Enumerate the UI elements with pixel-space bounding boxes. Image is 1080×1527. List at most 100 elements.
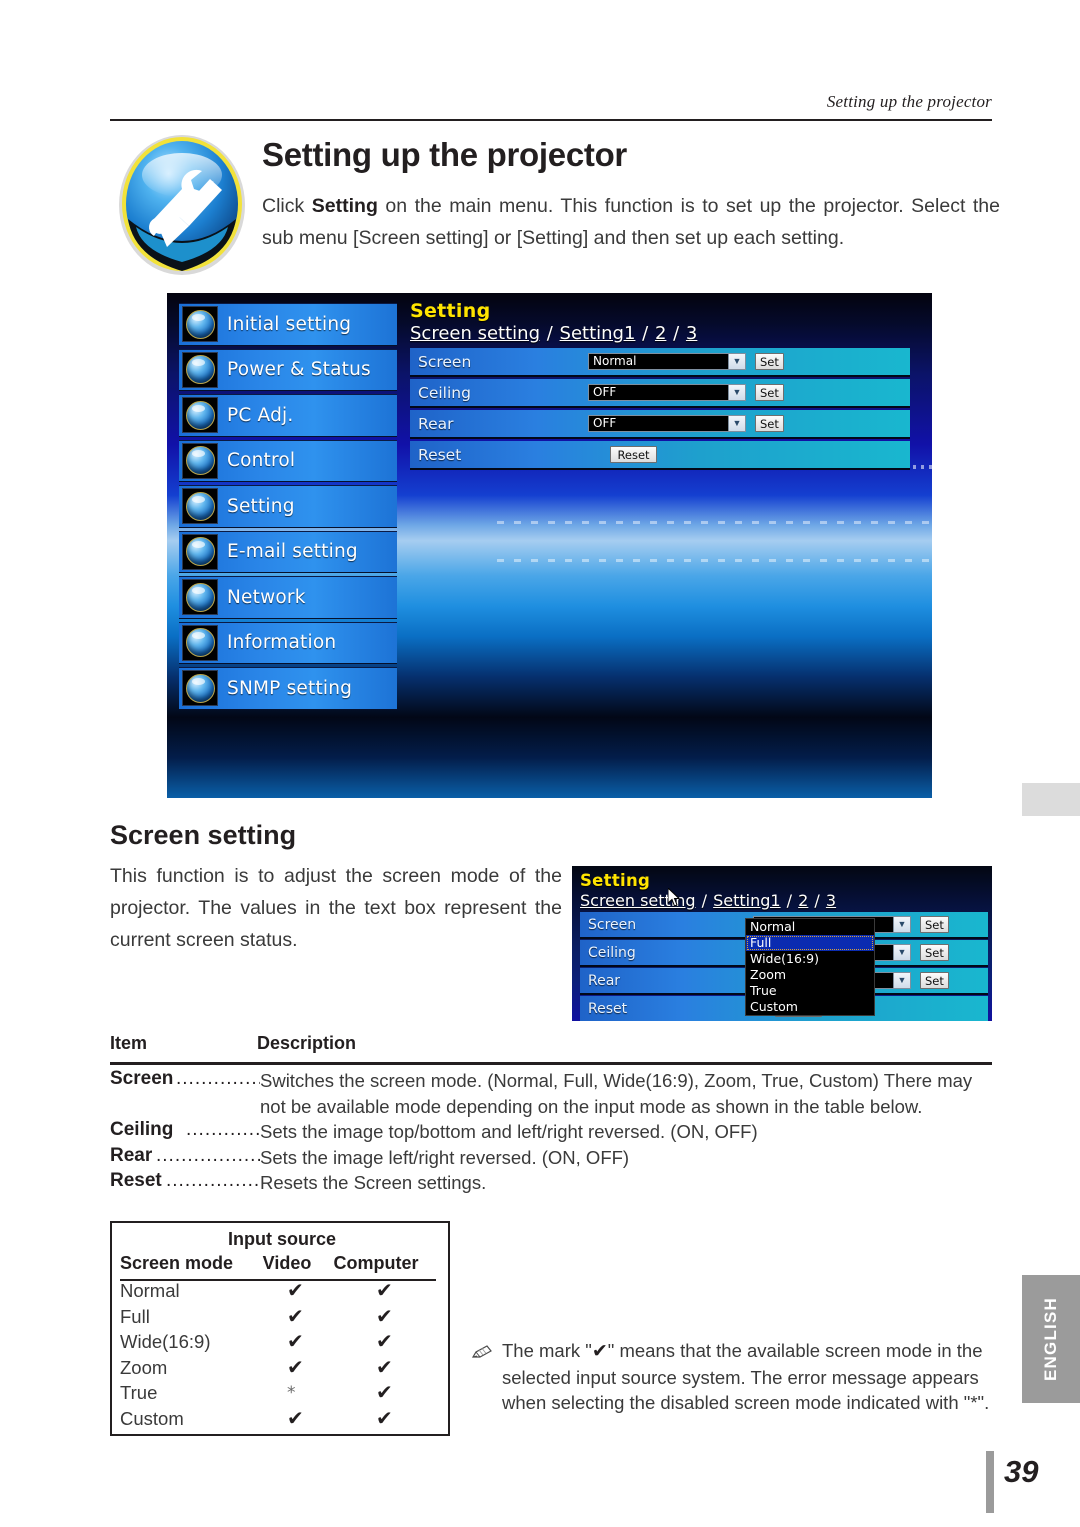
sidebar-item-initial-setting[interactable]: Initial setting bbox=[179, 303, 397, 346]
breadcrumb-active[interactable]: Screen setting bbox=[410, 323, 540, 344]
note-part1: The mark " bbox=[502, 1340, 592, 1361]
dropdown-option-wide-16-9[interactable]: Wide(16:9) bbox=[746, 951, 874, 967]
power-status-icon bbox=[182, 351, 218, 388]
settings-panel: Setting Screen setting / Setting1 / 2 / … bbox=[410, 301, 910, 470]
setting-row-reset: Reset Reset bbox=[410, 441, 910, 470]
mouse-cursor-icon bbox=[668, 888, 681, 907]
description-text: Sets the image left/right reversed. (ON,… bbox=[260, 1146, 630, 1168]
orb-glyph bbox=[185, 537, 215, 567]
page-title: Setting up the projector bbox=[262, 136, 627, 173]
col-header-screen-mode: Screen mode bbox=[120, 1253, 234, 1273]
breadcrumb-link-3[interactable]: 3 bbox=[686, 323, 697, 344]
set-button[interactable]: Set bbox=[920, 944, 949, 961]
network-icon bbox=[182, 579, 218, 616]
leader-dots: ....................... bbox=[166, 1170, 260, 1191]
breadcrumb-separator: / bbox=[696, 891, 713, 910]
input-source-rows: Normal ✔ ✔ Full ✔ ✔ Wide(16:9) ✔ ✔ Zoom ✔ ✔ True * ✔ Cu… bbox=[112, 1278, 448, 1431]
setting-row-label: Rear bbox=[588, 972, 621, 989]
breadcrumb-link-3[interactable]: 3 bbox=[826, 891, 836, 910]
source-table-row: Custom ✔ ✔ bbox=[120, 1405, 393, 1430]
background-band bbox=[497, 559, 932, 562]
sidebar-item-snmp-setting[interactable]: SNMP setting bbox=[179, 667, 397, 710]
source-table-row: Wide(16:9) ✔ ✔ bbox=[120, 1329, 393, 1353]
set-button[interactable]: Set bbox=[755, 353, 784, 370]
chevron-down-icon[interactable]: ▼ bbox=[894, 916, 911, 933]
chevron-down-icon[interactable]: ▼ bbox=[729, 415, 746, 432]
language-tab: ENGLISH bbox=[1022, 1275, 1080, 1403]
breadcrumb-separator: / bbox=[809, 891, 825, 910]
description-table-rule bbox=[110, 1062, 992, 1065]
chevron-down-icon[interactable]: ▼ bbox=[894, 944, 911, 961]
breadcrumb-link-setting1[interactable]: Setting1 bbox=[713, 891, 780, 910]
screen-mode-name: Custom bbox=[120, 1407, 184, 1429]
settings-rows: Screen Normal ▼ Set Ceiling OFF ▼ Set Rear OFF ▼ Se… bbox=[410, 348, 910, 470]
screen-mode-dropdown-list[interactable]: Normal Full Wide(16:9) Zoom True Custom bbox=[745, 918, 875, 1016]
initial-setting-icon bbox=[182, 306, 218, 343]
background-band bbox=[497, 521, 932, 524]
orb-glyph bbox=[185, 309, 215, 339]
intro-before: Click bbox=[262, 195, 312, 217]
reset-button[interactable]: Reset bbox=[610, 446, 657, 463]
screen-mode-name: Normal bbox=[120, 1280, 180, 1301]
setting-row-label: Screen bbox=[418, 352, 472, 371]
email-setting-icon bbox=[182, 533, 218, 570]
dropdown-option-full[interactable]: Full bbox=[746, 935, 874, 951]
note-block: The mark "✔" means that the available sc… bbox=[472, 1338, 992, 1416]
sidebar-item-label: Control bbox=[227, 450, 296, 472]
sidebar-item-control[interactable]: Control bbox=[179, 439, 397, 482]
dropdown-option-zoom[interactable]: Zoom bbox=[746, 967, 874, 983]
breadcrumb[interactable]: Screen setting / Setting1 / 2 / 3 bbox=[580, 890, 988, 911]
dropdown-option-normal[interactable]: Normal bbox=[746, 919, 874, 935]
breadcrumb-separator: / bbox=[541, 323, 559, 344]
orb-glyph bbox=[185, 582, 215, 612]
chevron-down-icon[interactable]: ▼ bbox=[729, 353, 746, 370]
set-button[interactable]: Set bbox=[920, 972, 949, 989]
screen-mode-name: True bbox=[120, 1382, 158, 1403]
source-table-row: True * ✔ bbox=[120, 1380, 393, 1404]
intro-paragraph: Click Setting on the main menu. This fun… bbox=[262, 190, 1000, 254]
breadcrumb[interactable]: Screen setting / Setting1 / 2 / 3 bbox=[410, 322, 910, 346]
sidebar-item-setting[interactable]: Setting bbox=[179, 485, 397, 528]
description-text: Resets the Screen settings. bbox=[260, 1172, 487, 1193]
description-row: Ceiling...................Sets the image… bbox=[110, 1119, 994, 1145]
description-term: Rear bbox=[110, 1144, 153, 1166]
orb-glyph bbox=[185, 355, 215, 385]
sidebar-item-e-mail-setting[interactable]: E-mail setting bbox=[179, 530, 397, 573]
ceiling-select[interactable]: OFF ▼ bbox=[588, 384, 746, 401]
setting-icon bbox=[182, 488, 218, 525]
select-value: OFF bbox=[588, 384, 729, 401]
description-row: Rear........................Sets the ima… bbox=[110, 1145, 994, 1171]
sidebar-item-information[interactable]: Information bbox=[179, 621, 397, 664]
description-text: Sets the image top/bottom and left/right… bbox=[260, 1121, 758, 1142]
section-heading: Screen setting bbox=[110, 820, 297, 850]
sidebar-item-pc-adj[interactable]: PC Adj. bbox=[179, 394, 397, 437]
pencil-icon bbox=[472, 1345, 492, 1358]
chevron-down-icon[interactable]: ▼ bbox=[729, 384, 746, 401]
breadcrumb-link-2[interactable]: 2 bbox=[798, 891, 808, 910]
screen-mode-name: Zoom bbox=[120, 1356, 168, 1378]
projector-web-ui-screenshot-2: Setting Screen setting / Setting1 / 2 / … bbox=[572, 866, 992, 1021]
breadcrumb-link-2[interactable]: 2 bbox=[655, 323, 666, 344]
breadcrumb-separator: / bbox=[667, 323, 685, 344]
dropdown-option-true[interactable]: True bbox=[746, 983, 874, 999]
dropdown-option-custom[interactable]: Custom bbox=[746, 999, 874, 1015]
col-header-computer: Computer bbox=[333, 1253, 419, 1273]
set-button[interactable]: Set bbox=[755, 415, 784, 432]
chevron-down-icon[interactable]: ▼ bbox=[894, 972, 911, 989]
rear-select[interactable]: OFF ▼ bbox=[588, 415, 746, 432]
col-header-description: Description bbox=[257, 1033, 357, 1053]
sidebar-item-network[interactable]: Network bbox=[179, 576, 397, 619]
leader-dots: .................... bbox=[176, 1068, 260, 1089]
sidebar-item-label: Power & Status bbox=[227, 359, 371, 381]
description-term: Reset bbox=[110, 1170, 162, 1191]
source-table-row: Full ✔ ✔ bbox=[120, 1303, 393, 1328]
pc-adj-icon bbox=[182, 397, 218, 434]
setting-row-label: Ceiling bbox=[588, 944, 636, 961]
page-number: 39 bbox=[1004, 1454, 1039, 1489]
screen-select[interactable]: Normal▼ bbox=[588, 353, 746, 370]
set-button[interactable]: Set bbox=[755, 384, 784, 401]
check-mark-glyph: ✔ bbox=[591, 1340, 608, 1362]
sidebar-item-power-status[interactable]: Power & Status bbox=[179, 348, 397, 391]
breadcrumb-link-setting1[interactable]: Setting1 bbox=[560, 323, 636, 344]
set-button[interactable]: Set bbox=[920, 916, 949, 933]
